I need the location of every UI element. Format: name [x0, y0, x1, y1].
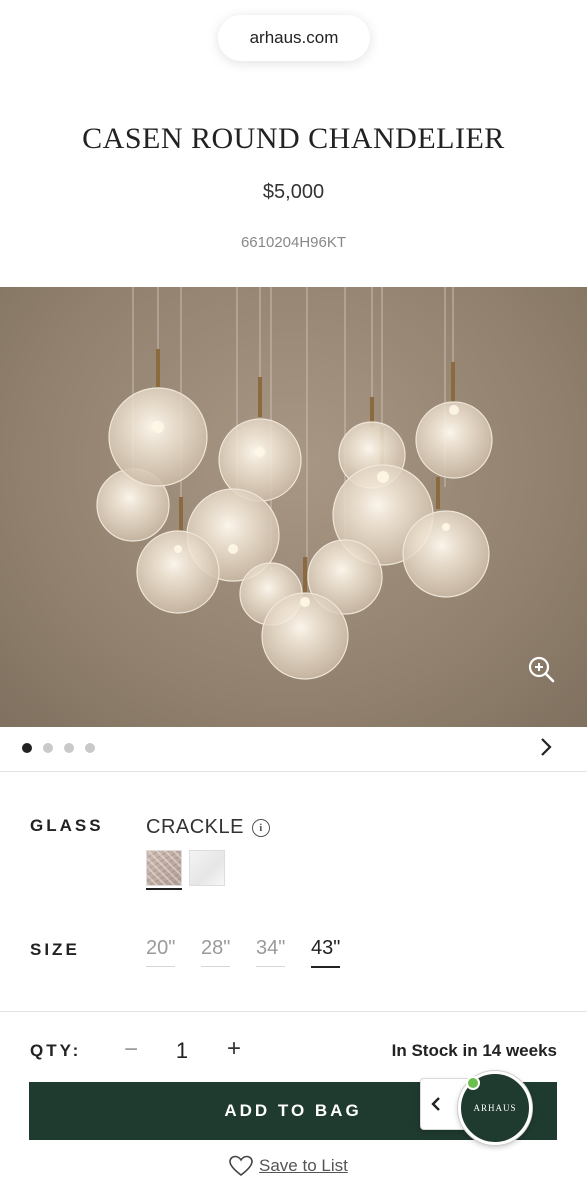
product-sku: 6610204H96KT	[240, 234, 347, 251]
stock-status: In Stock in 14 weeks	[391, 1041, 557, 1060]
divider	[0, 771, 587, 772]
save-to-list[interactable]: Save to List	[229, 1155, 348, 1177]
chat-logo-text: ARHAUS	[473, 1103, 517, 1113]
qty-decrease-button[interactable]: −	[121, 1036, 141, 1064]
gallery-dot-1[interactable]	[22, 743, 32, 753]
size-label: SIZE	[30, 940, 80, 959]
chevron-right-icon[interactable]	[536, 736, 556, 758]
swatch-clear[interactable]	[189, 850, 225, 886]
gallery-dot-2[interactable]	[43, 743, 53, 753]
selected-swatch-indicator	[146, 888, 182, 890]
heart-icon	[229, 1155, 253, 1177]
divider	[0, 1011, 587, 1012]
url-text: arhaus.com	[249, 28, 339, 47]
online-status-dot	[466, 1076, 480, 1090]
size-option-43[interactable]: 43"	[311, 937, 341, 968]
chandelier-illustration	[96, 287, 493, 680]
product-title: CASEN ROUND CHANDELIER	[82, 122, 505, 155]
size-option-20[interactable]: 20"	[146, 937, 176, 967]
zoom-icon[interactable]	[527, 655, 555, 683]
save-to-list-link[interactable]: Save to List	[259, 1156, 348, 1176]
glass-value: CRACKLE	[146, 816, 244, 838]
info-icon[interactable]: i	[251, 818, 270, 837]
qty-increase-button[interactable]: +	[224, 1035, 244, 1063]
gallery-dot-4[interactable]	[85, 743, 95, 753]
size-option-34[interactable]: 34"	[256, 937, 286, 967]
product-image[interactable]	[0, 287, 587, 727]
chevron-left-icon	[431, 1097, 440, 1111]
qty-value[interactable]: 1	[172, 1038, 192, 1064]
qty-label: QTY:	[30, 1041, 82, 1060]
gallery-pagination	[22, 743, 95, 753]
glass-selection: CRACKLE i	[146, 816, 270, 839]
size-option-28[interactable]: 28"	[201, 937, 231, 967]
browser-url-bar[interactable]: arhaus.com	[218, 15, 370, 61]
product-price: $5,000	[262, 181, 325, 203]
glass-label: GLASS	[30, 816, 104, 835]
swatch-crackle[interactable]	[146, 850, 182, 886]
gallery-dot-3[interactable]	[64, 743, 74, 753]
